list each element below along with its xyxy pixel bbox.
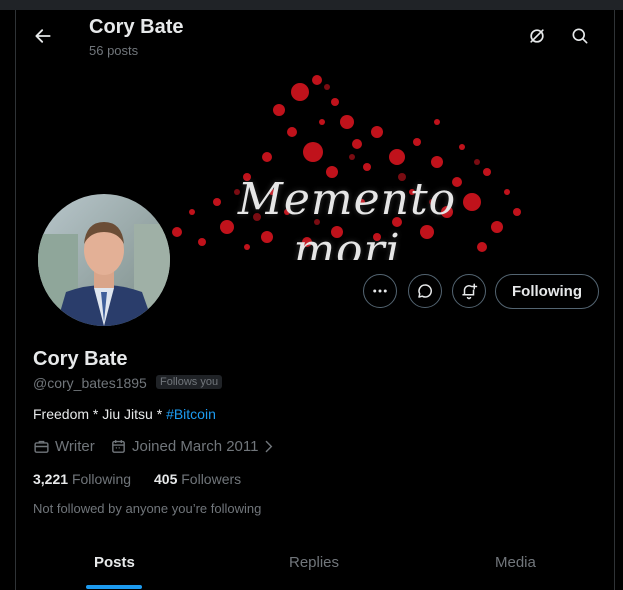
chevron-right-icon: [266, 440, 273, 453]
grok-button[interactable]: [520, 19, 554, 53]
avatar[interactable]: [35, 191, 173, 329]
mutual-followers-text: Not followed by anyone you’re following: [33, 501, 262, 516]
tab-posts[interactable]: Posts: [94, 554, 135, 571]
active-tab-indicator: [86, 585, 142, 589]
follows-you-badge: Follows you: [156, 375, 223, 389]
bio-text: Freedom * Jiu Jitsu *: [33, 406, 167, 422]
followers-count-link[interactable]: 405 Followers: [154, 471, 241, 487]
calendar-icon: [112, 440, 125, 453]
left-column-border: [0, 10, 16, 590]
more-icon: [373, 289, 387, 293]
banner-text: Memento mori: [237, 174, 457, 260]
tab-replies[interactable]: Replies: [289, 554, 339, 571]
avatar-photo: [38, 194, 170, 326]
briefcase-icon: [34, 440, 49, 453]
profile-name: Cory Bate: [33, 348, 128, 370]
search-button[interactable]: [563, 19, 597, 53]
page-title: Cory Bate: [89, 16, 184, 38]
message-button[interactable]: [408, 274, 442, 308]
window-top-bar: [0, 0, 623, 10]
right-column-border: [614, 10, 623, 590]
following-count: 3,221: [33, 471, 69, 487]
post-count: 56 posts: [89, 43, 139, 58]
profession-label: Writer: [55, 438, 95, 455]
back-button[interactable]: [26, 19, 60, 53]
tab-media[interactable]: Media: [495, 554, 536, 571]
message-icon: [418, 284, 432, 298]
back-arrow-icon: [35, 29, 51, 43]
profile-handle: @cory_bates1895: [33, 375, 147, 391]
profile-bio: Freedom * Jiu Jitsu * #Bitcoin: [33, 406, 216, 422]
bio-hashtag-link[interactable]: #Bitcoin: [166, 406, 216, 422]
notifications-button[interactable]: [452, 274, 486, 308]
grok-icon: [530, 29, 544, 43]
notification-bell-icon: [462, 283, 478, 300]
following-label: Following: [71, 471, 132, 487]
joined-date: Joined March 2011: [132, 438, 259, 455]
more-button[interactable]: [363, 274, 397, 308]
profession-item: Writer: [33, 438, 95, 455]
followers-label: Followers: [181, 471, 242, 487]
following-count-link[interactable]: 3,221 Following: [33, 471, 131, 487]
following-button[interactable]: Following: [495, 274, 599, 309]
search-icon: [572, 28, 588, 44]
followers-count: 405: [154, 471, 178, 487]
joined-date-item[interactable]: Joined March 2011: [110, 438, 277, 455]
